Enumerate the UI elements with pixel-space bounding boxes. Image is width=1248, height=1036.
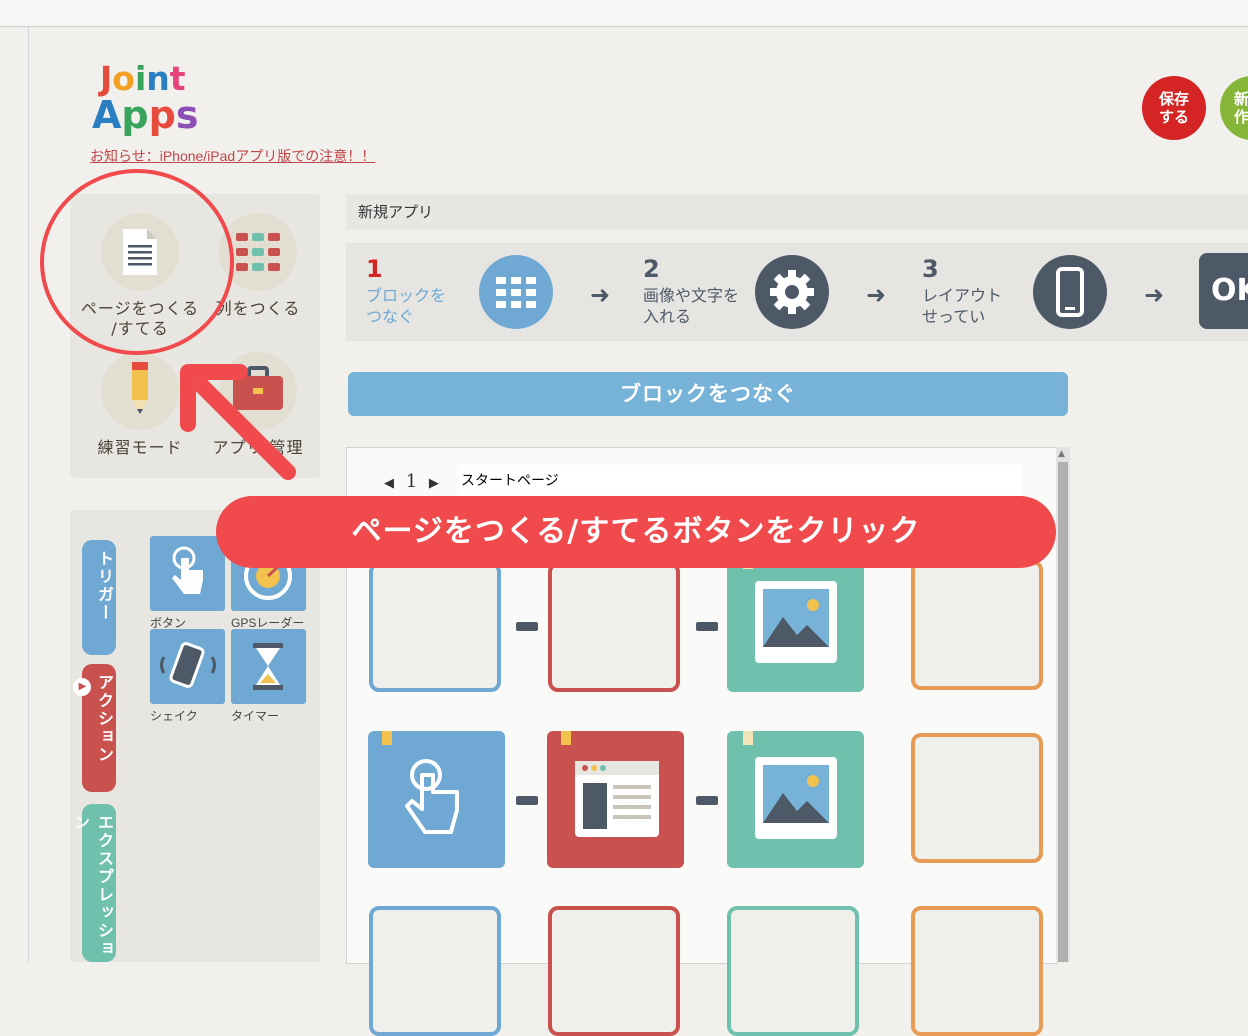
arrow-right-icon: ➜ xyxy=(1144,281,1165,309)
picture-icon xyxy=(743,555,837,663)
next-page-button[interactable]: ▶ xyxy=(429,476,439,491)
gear-icon[interactable] xyxy=(755,255,829,329)
shake-phone-icon xyxy=(160,642,216,688)
connect-blocks-button[interactable]: ブロックをつなぐ xyxy=(348,372,1068,416)
ok-button[interactable]: OK xyxy=(1199,253,1248,329)
page-pager: ◀ 1 ▶ xyxy=(384,471,439,492)
tab-trigger[interactable]: トリガー xyxy=(82,540,116,655)
step-2-number: 2 xyxy=(643,255,660,283)
new-button[interactable]: 新 作 xyxy=(1220,76,1248,140)
empty-slot[interactable] xyxy=(369,562,501,692)
scrollbar-thumb[interactable] xyxy=(1058,462,1068,962)
tab-action[interactable]: アクション ▶ xyxy=(73,664,116,792)
empty-slot[interactable] xyxy=(911,560,1043,690)
page-block[interactable] xyxy=(547,731,684,868)
tab-expression[interactable]: エクスプレッション xyxy=(71,804,116,962)
page-number: 1 xyxy=(405,471,418,492)
image-block[interactable] xyxy=(727,731,864,868)
notice-link[interactable]: お知らせ：iPhone/iPadアプリ版での注意！！ xyxy=(90,146,375,166)
prev-page-button[interactable]: ◀ xyxy=(384,476,394,491)
picture-icon xyxy=(743,731,837,839)
tab-action-label: アクション xyxy=(95,674,114,764)
pointer-arrow-icon xyxy=(180,364,296,480)
block-label-shake: シェイク xyxy=(150,709,198,723)
empty-slot[interactable] xyxy=(548,562,680,692)
browser-window-icon xyxy=(561,731,659,837)
block-label-timer: タイマー xyxy=(231,709,280,723)
button-block[interactable] xyxy=(368,731,505,868)
play-icon: ▶ xyxy=(73,678,91,696)
svg-text:Apps: Apps xyxy=(92,93,198,137)
step-3-number: 3 xyxy=(922,255,939,283)
image-block[interactable] xyxy=(727,555,864,692)
browser-top-bar xyxy=(0,0,1248,27)
empty-slot[interactable] xyxy=(369,906,501,1036)
instruction-callout: ページをつくる/すてるボタンをクリック xyxy=(216,496,1056,568)
hand-tap-icon xyxy=(172,546,203,594)
pencil-icon xyxy=(101,352,179,430)
empty-slot[interactable] xyxy=(911,906,1043,1036)
page-name-field[interactable]: スタートページ xyxy=(459,465,1022,495)
connector-dash xyxy=(516,796,538,805)
steps-bar: 1 ブロックを つなぐ ➜ 2 画像や文字を 入れる ➜ 3 レイアウト せって… xyxy=(346,243,1248,341)
arrow-right-icon: ➜ xyxy=(590,281,611,309)
phone-icon[interactable] xyxy=(1033,255,1107,329)
connector-dash xyxy=(516,622,538,631)
app-title-bar[interactable]: 新規アプリ xyxy=(346,194,1248,230)
block-shake[interactable] xyxy=(150,629,225,704)
empty-slot[interactable] xyxy=(911,733,1043,863)
connector-dash xyxy=(696,796,718,805)
empty-slot[interactable] xyxy=(548,906,680,1036)
grid-blocks-icon[interactable] xyxy=(479,255,553,329)
hourglass-icon xyxy=(253,643,283,690)
step-1-number: 1 xyxy=(366,255,383,283)
joint-apps-logo: Joint Apps xyxy=(92,59,198,137)
new-button-label: 新 作 xyxy=(1234,90,1248,126)
block-button[interactable] xyxy=(150,536,225,611)
step-3-text: レイアウト せってい xyxy=(922,286,1003,326)
save-button-label: 保存 する xyxy=(1158,90,1189,126)
hand-tap-icon xyxy=(382,731,459,834)
arrow-right-icon: ➜ xyxy=(866,281,887,309)
step-2-text: 画像や文字を 入れる xyxy=(643,286,740,326)
step-1-text: ブロックを つなぐ xyxy=(366,286,447,326)
highlight-ring xyxy=(40,169,234,355)
connector-dash xyxy=(696,622,718,631)
save-button[interactable]: 保存 する xyxy=(1142,76,1206,140)
empty-slot[interactable] xyxy=(727,906,859,1036)
block-timer[interactable] xyxy=(231,629,306,704)
scroll-up-arrow[interactable]: ▲ xyxy=(1058,449,1065,459)
frame-divider xyxy=(28,27,29,962)
